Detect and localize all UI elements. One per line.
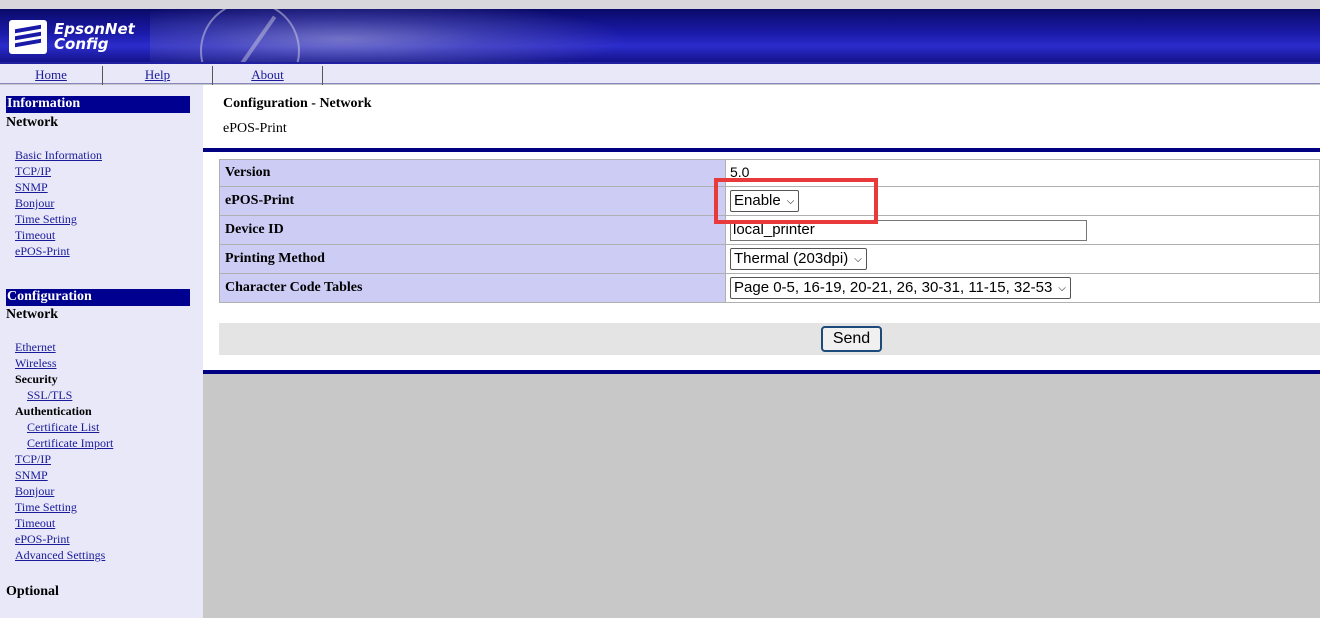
sidebar-link-config-tcpip[interactable]: TCP/IP — [15, 452, 51, 467]
nav-home-link[interactable]: Home — [0, 66, 103, 85]
row-label-character-code-tables: Character Code Tables — [219, 273, 726, 303]
row-label-printing-method: Printing Method — [219, 244, 726, 274]
sidebar-heading-configuration: Configuration — [6, 289, 190, 306]
top-navigation: Home Help About — [0, 62, 1320, 85]
sidebar: Information Network Basic Information TC… — [0, 85, 203, 618]
row-label-epos-print: ePOS-Print — [219, 186, 726, 216]
empty-area — [203, 374, 1320, 618]
header-banner: EpsonNet Config — [0, 0, 1320, 62]
printing-method-select[interactable]: Thermal (203dpi) ⌵ — [730, 248, 867, 270]
sidebar-link-ssl-tls[interactable]: SSL/TLS — [27, 388, 72, 403]
sidebar-config-network: Network — [6, 307, 59, 322]
sidebar-link-wireless[interactable]: Wireless — [15, 356, 57, 371]
sidebar-link-info-snmp[interactable]: SNMP — [15, 180, 48, 195]
nav-about-link[interactable]: About — [213, 66, 323, 85]
sidebar-link-config-epos-print[interactable]: ePOS-Print — [15, 532, 70, 547]
sidebar-link-config-bonjour[interactable]: Bonjour — [15, 484, 54, 499]
sidebar-link-basic-information[interactable]: Basic Information — [15, 148, 102, 163]
sidebar-link-info-time-setting[interactable]: Time Setting — [15, 212, 77, 227]
sidebar-link-certificate-import[interactable]: Certificate Import — [27, 436, 113, 451]
chevron-down-icon: ⌵ — [854, 254, 862, 265]
table-row: Printing Method Thermal (203dpi) ⌵ — [219, 244, 1320, 274]
sidebar-link-advanced-settings[interactable]: Advanced Settings — [15, 548, 105, 563]
main-header: Configuration - Network ePOS-Print — [203, 85, 1320, 148]
sidebar-link-ethernet[interactable]: Ethernet — [15, 340, 56, 355]
highlight-box — [714, 178, 878, 224]
chevron-down-icon: ⌵ — [1058, 283, 1066, 294]
character-code-tables-select[interactable]: Page 0-5, 16-19, 20-21, 26, 30-31, 11-15… — [730, 277, 1071, 299]
send-button[interactable]: Send — [821, 326, 882, 352]
sidebar-label-security: Security — [15, 372, 58, 386]
page-subtitle: ePOS-Print — [223, 121, 287, 136]
sidebar-link-config-timeout[interactable]: Timeout — [15, 516, 55, 531]
send-bar: Send — [219, 323, 1320, 355]
sidebar-heading-information: Information — [6, 96, 190, 113]
printing-method-select-value: Thermal (203dpi) — [734, 250, 849, 267]
sidebar-link-config-time-setting[interactable]: Time Setting — [15, 500, 77, 515]
row-label-device-id: Device ID — [219, 215, 726, 245]
sidebar-info-network: Network — [6, 115, 59, 130]
page-title: Configuration - Network — [223, 96, 372, 111]
sidebar-link-config-snmp[interactable]: SNMP — [15, 468, 48, 483]
sidebar-link-certificate-list[interactable]: Certificate List — [27, 420, 99, 435]
sidebar-link-info-timeout[interactable]: Timeout — [15, 228, 55, 243]
sidebar-optional: Optional — [6, 584, 59, 599]
logo-line-2: Config — [54, 35, 109, 53]
sidebar-link-info-tcpip[interactable]: TCP/IP — [15, 164, 51, 179]
app-logo-text: EpsonNet Config — [54, 22, 135, 52]
nav-help-link[interactable]: Help — [103, 66, 213, 85]
sidebar-link-info-bonjour[interactable]: Bonjour — [15, 196, 54, 211]
epson-logo-icon — [9, 20, 47, 54]
sidebar-label-authentication: Authentication — [15, 404, 92, 418]
row-label-version: Version — [219, 159, 726, 187]
character-code-tables-select-value: Page 0-5, 16-19, 20-21, 26, 30-31, 11-15… — [734, 279, 1053, 296]
table-row: Character Code Tables Page 0-5, 16-19, 2… — [219, 273, 1320, 303]
sidebar-link-info-epos-print[interactable]: ePOS-Print — [15, 244, 70, 259]
